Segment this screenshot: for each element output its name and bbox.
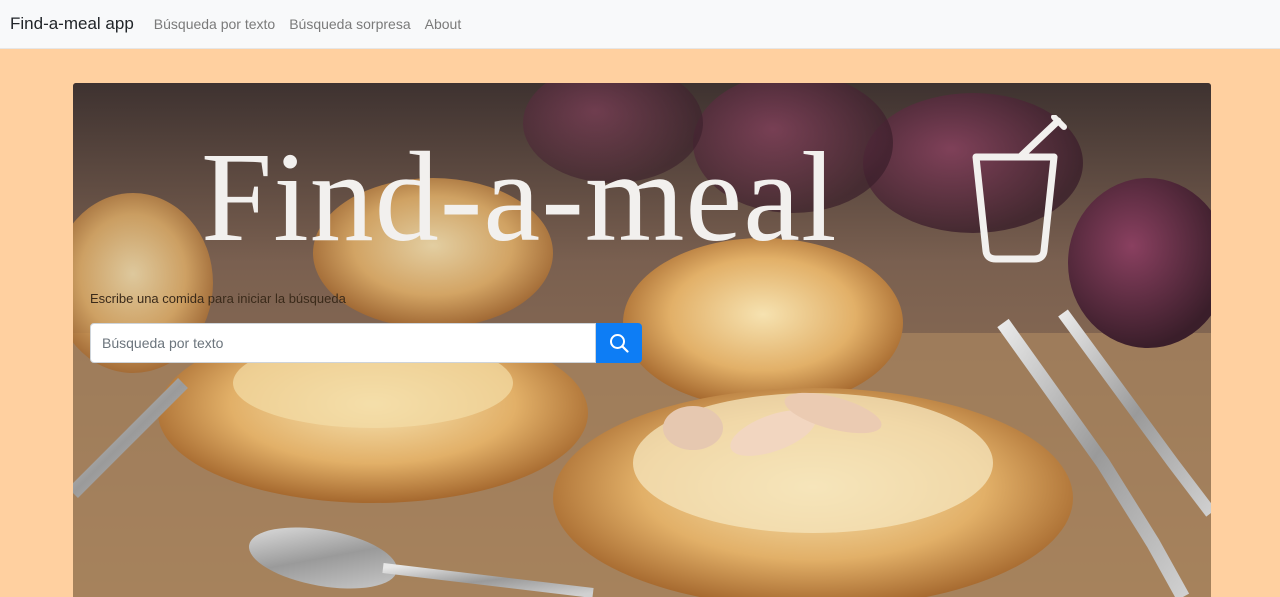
search-bar — [90, 323, 642, 363]
hero-title: Find-a-meal — [201, 126, 838, 268]
search-prompt: Escribe una comida para iniciar la búsqu… — [90, 291, 346, 306]
search-icon — [610, 334, 629, 353]
nav-link-surprise-search[interactable]: Búsqueda sorpresa — [289, 16, 410, 32]
search-input[interactable] — [90, 323, 596, 363]
nav-link-text-search[interactable]: Búsqueda por texto — [154, 16, 275, 32]
cup-with-straw-icon — [972, 115, 1067, 263]
navbar-brand[interactable]: Find-a-meal app — [10, 14, 134, 34]
search-button[interactable] — [596, 323, 642, 363]
hero-banner: Find-a-meal Escribe una comida para inic… — [73, 83, 1211, 597]
top-navbar: Find-a-meal app Búsqueda por texto Búsqu… — [0, 0, 1280, 49]
nav-link-about[interactable]: About — [425, 16, 462, 32]
